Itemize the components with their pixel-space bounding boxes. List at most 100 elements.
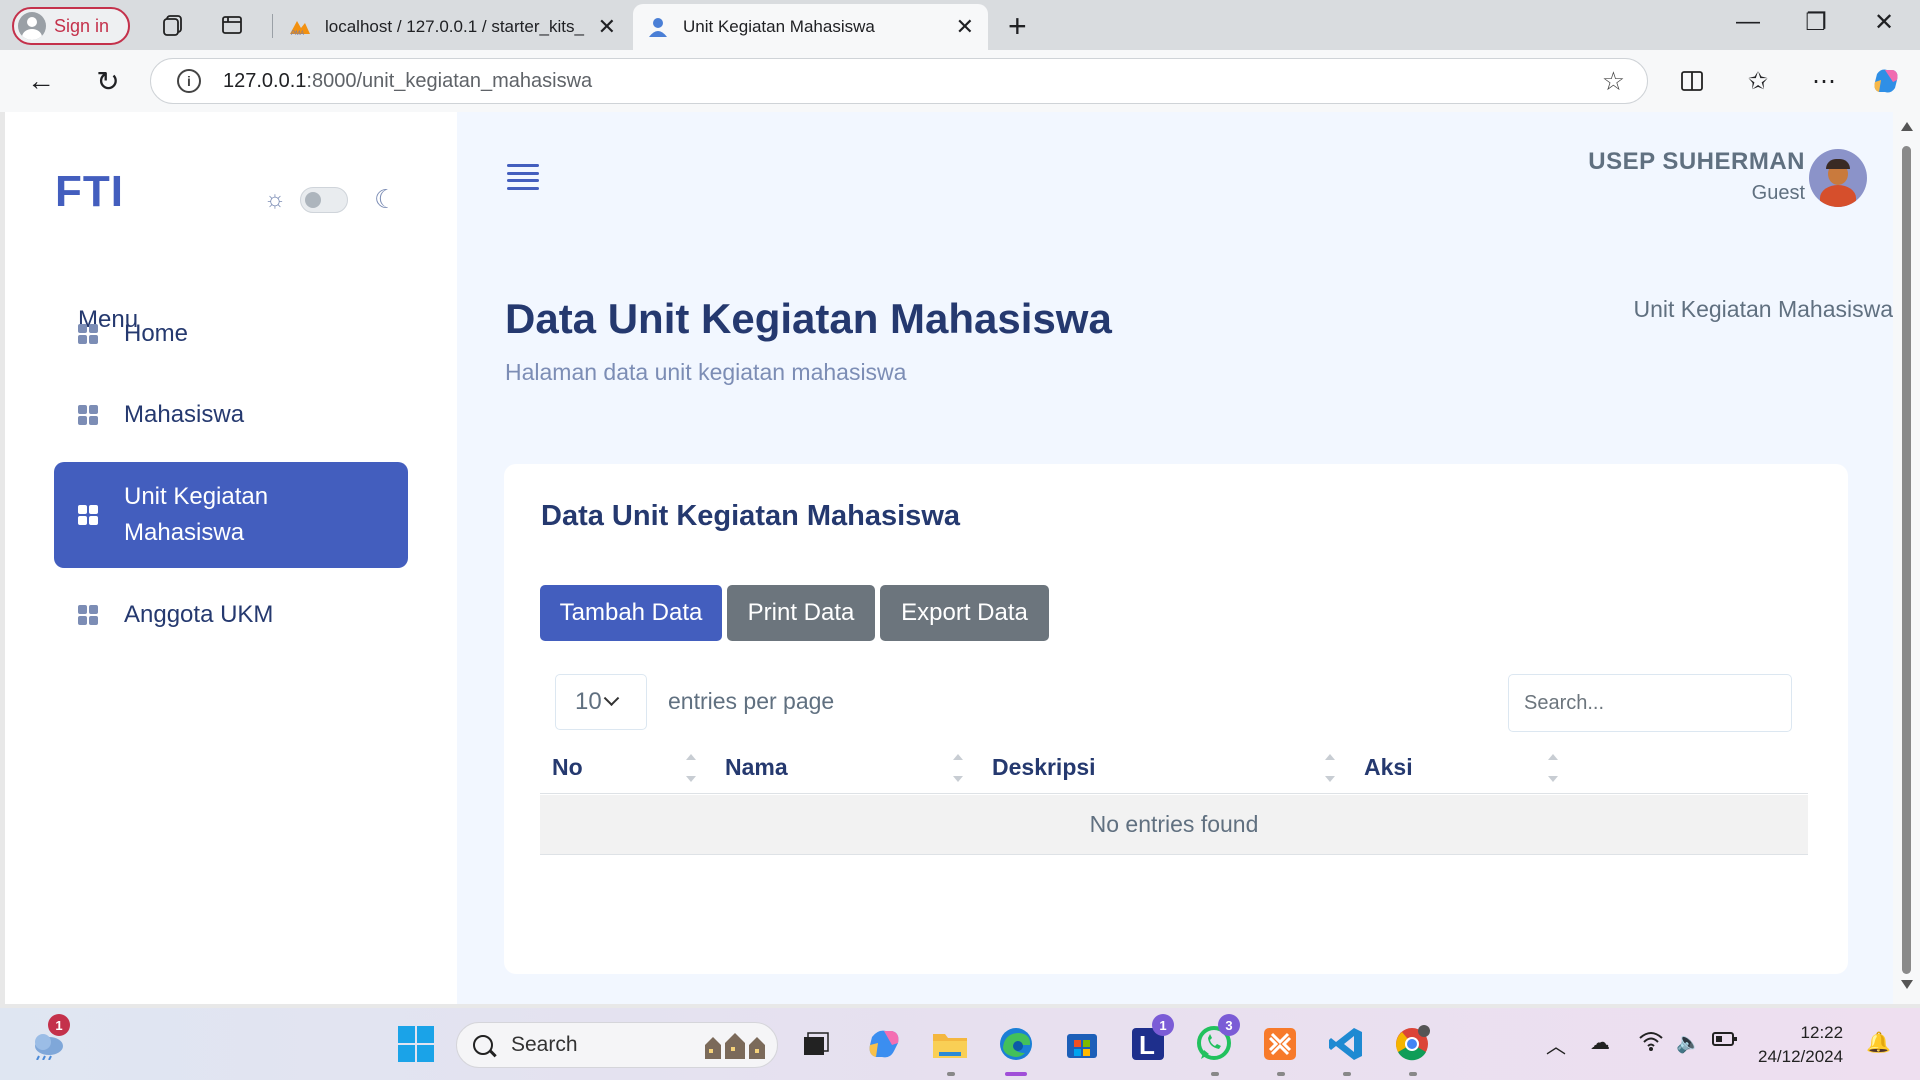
column-header-label: Deskripsi	[992, 753, 1096, 780]
favorite-star-icon[interactable]: ☆	[1602, 66, 1625, 97]
xampp-icon[interactable]	[1258, 1022, 1302, 1066]
sidebar-item-anggota-ukm[interactable]: Anggota UKM	[54, 590, 408, 640]
column-header-no[interactable]: No	[552, 740, 583, 794]
running-indicator	[947, 1072, 955, 1076]
grid-icon	[78, 605, 98, 625]
search-input[interactable]	[1508, 674, 1792, 732]
column-header-nama[interactable]: Nama	[725, 740, 788, 794]
sort-icon[interactable]	[951, 754, 965, 784]
sidebar-item-label: Anggota UKM	[124, 601, 274, 628]
taskbar-search-label: Search	[511, 1033, 578, 1056]
search-highlight-icon	[705, 1033, 765, 1059]
refresh-icon[interactable]: ↻	[91, 64, 125, 98]
minimize-button[interactable]: —	[1728, 8, 1768, 36]
vertical-scrollbar[interactable]	[1893, 112, 1920, 1004]
favorites-icon[interactable]: ✩	[1741, 64, 1775, 98]
page-subtitle: Halaman data unit kegiatan mahasiswa	[505, 359, 907, 385]
svg-text:PMA: PMA	[291, 31, 304, 36]
column-header-label: Nama	[725, 753, 788, 780]
address-toolbar: ← ↻ i 127.0.0.1 :8000/unit_kegiatan_maha…	[0, 50, 1920, 112]
site-info-icon[interactable]: i	[177, 69, 201, 93]
print-data-button[interactable]: Print Data	[727, 585, 875, 641]
add-data-button[interactable]: Tambah Data	[540, 585, 722, 641]
search-icon	[473, 1035, 493, 1055]
entries-per-page-select[interactable]: 10	[555, 674, 647, 730]
empty-table-row: No entries found	[540, 795, 1808, 855]
card-title: Data Unit Kegiatan Mahasiswa	[541, 500, 960, 532]
tab-separator	[272, 14, 273, 38]
battery-icon[interactable]	[1712, 1030, 1738, 1054]
browser-tab-bar: Sign in PMA localhost / 127.0.0.1 / star…	[0, 0, 1920, 50]
windows-taskbar: 1 Search L 1 3 ︿ ☁ 🔈 12:22 24/12/2024 🔔	[0, 1008, 1920, 1080]
tab-phpmyadmin[interactable]: PMA localhost / 127.0.0.1 / starter_kits…	[275, 4, 630, 50]
close-tab-icon[interactable]: ✕	[598, 14, 616, 40]
sort-icon[interactable]	[1546, 754, 1560, 784]
sidebar-item-home[interactable]: Home	[54, 309, 408, 359]
user-info[interactable]: USEP SUHERMAN Guest	[1588, 148, 1805, 205]
dark-mode-switch[interactable]	[300, 186, 348, 213]
edge-browser-icon[interactable]	[994, 1022, 1038, 1066]
sun-icon: ☼	[264, 185, 286, 213]
taskbar-search[interactable]: Search	[456, 1022, 778, 1068]
onedrive-cloud-icon[interactable]: ☁	[1590, 1030, 1610, 1055]
task-view-icon[interactable]	[794, 1022, 838, 1066]
address-bar[interactable]: i 127.0.0.1 :8000/unit_kegiatan_mahasisw…	[150, 58, 1648, 104]
scroll-up-arrow-icon[interactable]	[1901, 122, 1913, 131]
notification-bell-icon[interactable]: 🔔	[1866, 1030, 1891, 1055]
workspaces-icon[interactable]	[160, 11, 188, 39]
active-indicator	[1005, 1072, 1027, 1076]
close-tab-icon[interactable]: ✕	[956, 14, 974, 40]
column-header-aksi[interactable]: Aksi	[1364, 740, 1413, 794]
profile-icon	[18, 12, 46, 40]
running-indicator	[1343, 1072, 1351, 1076]
pma-icon: PMA	[289, 16, 311, 38]
sort-icon[interactable]	[1323, 754, 1337, 784]
sidebar-item-label: Mahasiswa	[124, 401, 245, 428]
restore-button[interactable]: ❐	[1796, 8, 1836, 37]
running-indicator	[1409, 1072, 1417, 1076]
app-logo[interactable]: FTI	[55, 167, 124, 217]
file-explorer-icon[interactable]	[928, 1022, 972, 1066]
copilot-icon[interactable]	[1869, 64, 1903, 98]
breadcrumb: Unit Kegiatan Mahasiswa	[1633, 296, 1893, 322]
microsoft-store-icon[interactable]	[1060, 1022, 1104, 1066]
system-clock[interactable]: 12:22 24/12/2024	[1758, 1021, 1843, 1069]
sign-in-button[interactable]: Sign in	[12, 7, 130, 45]
column-header-deskripsi[interactable]: Deskripsi	[992, 740, 1096, 794]
volume-icon[interactable]: 🔈	[1676, 1030, 1701, 1055]
start-menu-icon[interactable]	[394, 1022, 438, 1066]
tab-unit-kegiatan[interactable]: Unit Kegiatan Mahasiswa ✕	[633, 4, 988, 50]
sidebar-item-label: Home	[124, 320, 189, 347]
wifi-icon[interactable]	[1638, 1030, 1664, 1058]
vscode-icon[interactable]	[1324, 1022, 1368, 1066]
teams-badge: 1	[1152, 1014, 1174, 1036]
per-page-label: entries per page	[668, 688, 835, 714]
split-screen-icon[interactable]	[1675, 64, 1709, 98]
new-tab-button[interactable]: +	[1008, 8, 1027, 45]
hamburger-menu-icon[interactable]	[507, 164, 539, 190]
svg-text:L: L	[1139, 1030, 1155, 1060]
show-hidden-icons-chevron-icon[interactable]: ︿	[1546, 1030, 1566, 1059]
whatsapp-badge: 3	[1218, 1014, 1240, 1036]
scrollbar-thumb[interactable]	[1902, 146, 1911, 974]
weather-badge: 1	[48, 1014, 70, 1036]
table-header: No Nama Deskripsi Aksi	[540, 740, 1808, 794]
close-window-button[interactable]: ✕	[1864, 8, 1904, 37]
sidebar: FTI ☼ ☾ Menu Home Mahasiswa Unit Kegiata…	[5, 112, 457, 1004]
tab-actions-icon[interactable]	[218, 11, 246, 39]
back-arrow-icon[interactable]: ←	[24, 64, 58, 98]
sort-icon[interactable]	[684, 754, 698, 784]
avatar[interactable]	[1809, 149, 1867, 207]
sidebar-item-unit-kegiatan[interactable]: Unit Kegiatan Mahasiswa	[54, 462, 408, 568]
copilot-app-icon[interactable]	[862, 1022, 906, 1066]
main-content: USEP SUHERMAN Guest Data Unit Kegiatan M…	[457, 112, 1895, 1004]
url-path: :8000/unit_kegiatan_mahasiswa	[306, 69, 593, 92]
export-data-button[interactable]: Export Data	[880, 585, 1049, 641]
more-options-icon[interactable]: ⋯	[1807, 64, 1841, 98]
tab-title: Unit Kegiatan Mahasiswa	[683, 17, 875, 36]
chrome-icon[interactable]	[1390, 1022, 1434, 1066]
sidebar-item-mahasiswa[interactable]: Mahasiswa	[54, 390, 408, 440]
theme-toggle: ☼ ☾	[264, 184, 397, 215]
scroll-down-arrow-icon[interactable]	[1901, 980, 1913, 989]
clock-date: 24/12/2024	[1758, 1047, 1844, 1066]
